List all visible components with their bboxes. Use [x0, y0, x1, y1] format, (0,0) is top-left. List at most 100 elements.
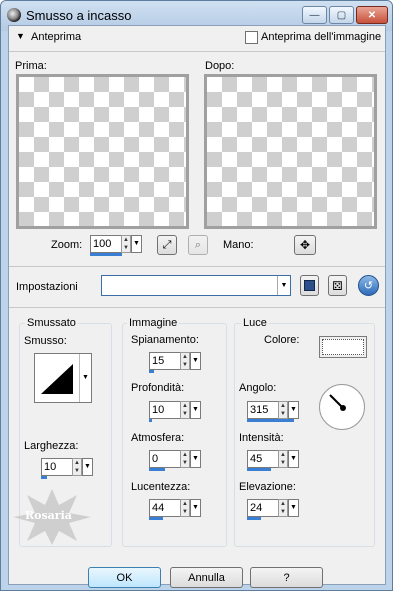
- dialog-window: Smusso a incasso — ▢ ✕ ▼ Anteprima Antep…: [0, 0, 393, 591]
- smoothness-label: Spianamento:: [131, 334, 199, 346]
- angle-dial[interactable]: [319, 384, 365, 430]
- angle-spinner[interactable]: 315 ▲ ▼ ▼: [247, 401, 303, 422]
- collapse-triangle-icon[interactable]: ▼: [16, 31, 25, 41]
- spin-arrows-icon[interactable]: ▲ ▼: [278, 401, 288, 419]
- spin-arrows-icon[interactable]: ▲ ▼: [180, 352, 190, 370]
- spin-arrows-icon[interactable]: ▲ ▼: [121, 235, 131, 253]
- chevron-down-icon[interactable]: ▼: [277, 276, 290, 295]
- chevron-down-icon[interactable]: ▼: [190, 401, 201, 419]
- floppy-disk-icon: [304, 280, 315, 291]
- smoothness-bar: [149, 370, 154, 373]
- chevron-down-icon[interactable]: ▼: [79, 354, 91, 402]
- watermark-text: Rosaria: [25, 509, 72, 522]
- move-arrows-icon: ✥: [299, 238, 311, 252]
- chevron-down-icon[interactable]: ▼: [288, 401, 299, 419]
- spin-arrows-icon[interactable]: ▲ ▼: [72, 458, 82, 476]
- before-preview-pane[interactable]: [16, 74, 189, 229]
- maximize-button[interactable]: ▢: [329, 6, 354, 24]
- zoom-value[interactable]: 100: [90, 235, 122, 253]
- before-label: Prima:: [15, 60, 47, 72]
- elevation-bar: [247, 517, 261, 520]
- magnifier-icon: ⌕: [194, 238, 202, 251]
- image-preview-label: Anteprima dell'immagine: [261, 31, 382, 43]
- depth-value[interactable]: 10: [149, 401, 181, 419]
- smoothness-spinner[interactable]: 15 ▲ ▼ ▼: [149, 352, 205, 373]
- settings-label: Impostazioni: [16, 281, 78, 293]
- chevron-down-icon[interactable]: ▼: [190, 499, 201, 517]
- bevel-shape-picker[interactable]: ▼: [34, 353, 92, 403]
- app-icon: [7, 8, 21, 22]
- chevron-down-icon[interactable]: ▼: [190, 450, 201, 468]
- close-button[interactable]: ✕: [356, 6, 388, 24]
- spin-arrows-icon[interactable]: ▲ ▼: [278, 450, 288, 468]
- elevation-value[interactable]: 24: [247, 499, 279, 517]
- angle-bar: [247, 419, 294, 422]
- elevation-spinner[interactable]: 24 ▲ ▼ ▼: [247, 499, 303, 520]
- preview-toggle[interactable]: Anteprima: [31, 31, 81, 43]
- ok-button[interactable]: OK: [88, 567, 161, 588]
- reset-button[interactable]: ↺: [358, 275, 379, 296]
- depth-spinner[interactable]: 10 ▲ ▼ ▼: [149, 401, 205, 422]
- spin-arrows-icon[interactable]: ▲ ▼: [278, 499, 288, 517]
- settings-dropdown[interactable]: ▼: [101, 275, 291, 296]
- ambience-spinner[interactable]: 0 ▲ ▼ ▼: [149, 450, 205, 471]
- intensity-bar: [247, 468, 271, 471]
- spin-arrows-icon[interactable]: ▲ ▼: [180, 499, 190, 517]
- dial-needle-icon: [329, 394, 346, 411]
- width-spinner[interactable]: 10 ▲ ▼ ▼: [41, 458, 97, 479]
- after-preview-pane[interactable]: [204, 74, 377, 229]
- cancel-button[interactable]: Annulla: [170, 567, 243, 588]
- color-swatch[interactable]: [319, 336, 367, 358]
- chevron-down-icon[interactable]: ▼: [82, 458, 93, 476]
- light-group-label: Luce: [241, 317, 269, 329]
- width-value[interactable]: 10: [41, 458, 73, 476]
- elevation-label: Elevazione:: [239, 481, 296, 493]
- ambience-value[interactable]: 0: [149, 450, 181, 468]
- depth-label: Profondità:: [131, 382, 185, 394]
- bevel-label: Smusso:: [24, 335, 67, 347]
- smoothness-value[interactable]: 15: [149, 352, 181, 370]
- randomize-button[interactable]: ⚄: [328, 275, 347, 296]
- intensity-value[interactable]: 45: [247, 450, 279, 468]
- color-label: Colore:: [264, 334, 300, 346]
- width-bar: [41, 476, 47, 479]
- zoom-label: Zoom:: [51, 239, 83, 251]
- width-label: Larghezza:: [24, 440, 79, 452]
- angle-value[interactable]: 315: [247, 401, 279, 419]
- shininess-label: Lucentezza:: [131, 481, 191, 493]
- intensity-spinner[interactable]: 45 ▲ ▼ ▼: [247, 450, 303, 471]
- shininess-spinner[interactable]: 44 ▲ ▼ ▼: [149, 499, 205, 520]
- save-preset-button[interactable]: [300, 275, 319, 296]
- dialog-body: ▼ Anteprima Anteprima dell'immagine Prim…: [8, 25, 386, 588]
- angle-label: Angolo:: [239, 382, 277, 394]
- chevron-down-icon[interactable]: ▼: [288, 499, 299, 517]
- chevron-down-icon[interactable]: ▼: [288, 450, 299, 468]
- divider: [9, 307, 385, 308]
- spin-arrows-icon[interactable]: ▲ ▼: [180, 450, 190, 468]
- divider: [9, 51, 385, 52]
- dice-icon: ⚄: [332, 278, 343, 293]
- shininess-bar: [149, 517, 163, 520]
- fit-zoom-button[interactable]: ⤢: [157, 235, 177, 255]
- after-label: Dopo:: [205, 60, 235, 72]
- ambience-label: Atmosfera:: [131, 432, 185, 444]
- chevron-down-icon[interactable]: ▼: [131, 235, 142, 253]
- resize-icon: ⤢: [162, 238, 172, 251]
- minimize-button[interactable]: —: [302, 6, 327, 24]
- chevron-down-icon[interactable]: ▼: [190, 352, 201, 370]
- zoom-tool-button[interactable]: ⌕: [188, 235, 208, 255]
- depth-bar: [149, 419, 152, 422]
- zoom-bar: [90, 253, 122, 256]
- bevel-group-label: Smussato: [25, 317, 78, 329]
- pan-label: Mano:: [223, 239, 254, 251]
- pan-button[interactable]: ✥: [294, 235, 316, 255]
- spin-arrows-icon[interactable]: ▲ ▼: [180, 401, 190, 419]
- image-preview-checkbox[interactable]: [245, 31, 258, 44]
- intensity-label: Intensità:: [239, 432, 284, 444]
- zoom-spinner[interactable]: 100 ▲ ▼ ▼: [90, 235, 146, 256]
- help-button[interactable]: ?: [250, 567, 323, 588]
- shininess-value[interactable]: 44: [149, 499, 181, 517]
- window-title: Smusso a incasso: [26, 8, 132, 23]
- bevel-shape-icon: [41, 364, 73, 394]
- ambience-bar: [149, 468, 165, 471]
